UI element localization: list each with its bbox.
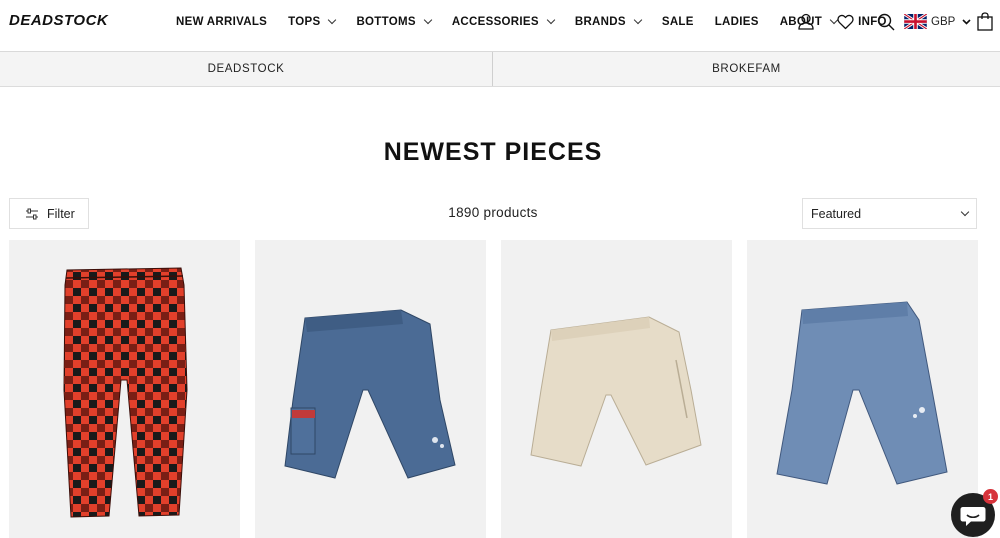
cart-bag-icon[interactable]	[977, 12, 993, 31]
product-card[interactable]	[747, 240, 978, 538]
nav-brands[interactable]: BRANDS	[574, 15, 643, 28]
product-image-denim-cargo-shorts	[284, 309, 456, 479]
account-icon[interactable]	[798, 13, 814, 30]
nav-label: LADIES	[714, 16, 759, 28]
currency-label: GBP	[931, 16, 956, 28]
wishlist-heart-icon[interactable]	[837, 14, 854, 30]
filter-label: Filter	[47, 206, 75, 221]
nav-tops[interactable]: TOPS	[288, 15, 337, 28]
nav-new-arrivals[interactable]: NEW ARRIVALS	[176, 16, 267, 28]
caret-down-icon	[962, 19, 971, 25]
filter-button[interactable]: Filter	[9, 198, 89, 229]
nav-label: ACCESSORIES	[451, 16, 539, 28]
nav-sale[interactable]: SALE	[662, 16, 694, 28]
sliders-icon	[26, 208, 38, 219]
currency-selector[interactable]: GBP	[931, 16, 971, 28]
chevron-down-icon	[633, 15, 643, 25]
product-card[interactable]	[501, 240, 732, 538]
collection-links-bar: DEADSTOCK BROKEFAM	[0, 52, 1000, 87]
collection-link-brokefam[interactable]: BROKEFAM	[493, 52, 1000, 86]
sort-select[interactable]: Featured	[802, 198, 977, 229]
chevron-down-icon	[960, 207, 970, 217]
chat-notification-badge: 1	[983, 489, 998, 504]
nav-ladies[interactable]: LADIES	[715, 16, 759, 28]
product-image-beige-shorts	[530, 316, 702, 467]
nav-label: BOTTOMS	[356, 16, 416, 28]
product-card[interactable]	[255, 240, 486, 538]
site-header: DEADSTOCK NEW ARRIVALS TOPS BOTTOMS ACCE…	[0, 0, 1000, 52]
sort-selected-value: Featured	[811, 206, 862, 221]
nav-accessories[interactable]: ACCESSORIES	[451, 15, 556, 28]
nav-label: NEW ARRIVALS	[176, 16, 268, 28]
chevron-down-icon	[328, 15, 337, 25]
page-title: NEWEST PIECES	[383, 138, 603, 166]
product-image-light-wash-denim-shorts	[776, 301, 948, 485]
nav-label: TOPS	[288, 16, 321, 28]
collection-label: BROKEFAM	[712, 63, 781, 75]
product-count: 1890 products	[448, 205, 538, 220]
chevron-down-icon	[546, 15, 556, 25]
nav-label: BRANDS	[574, 16, 626, 28]
nav-label: SALE	[661, 16, 694, 28]
product-image-check-trousers	[63, 267, 188, 518]
nav-bottoms[interactable]: BOTTOMS	[356, 15, 433, 28]
chevron-down-icon	[423, 15, 433, 25]
uk-flag-icon[interactable]	[904, 14, 927, 29]
collection-label: DEADSTOCK	[207, 63, 285, 75]
search-icon[interactable]	[877, 13, 895, 31]
collection-link-deadstock[interactable]: DEADSTOCK	[0, 52, 492, 86]
site-logo[interactable]: DEADSTOCK	[9, 12, 108, 29]
product-card[interactable]	[9, 240, 240, 538]
